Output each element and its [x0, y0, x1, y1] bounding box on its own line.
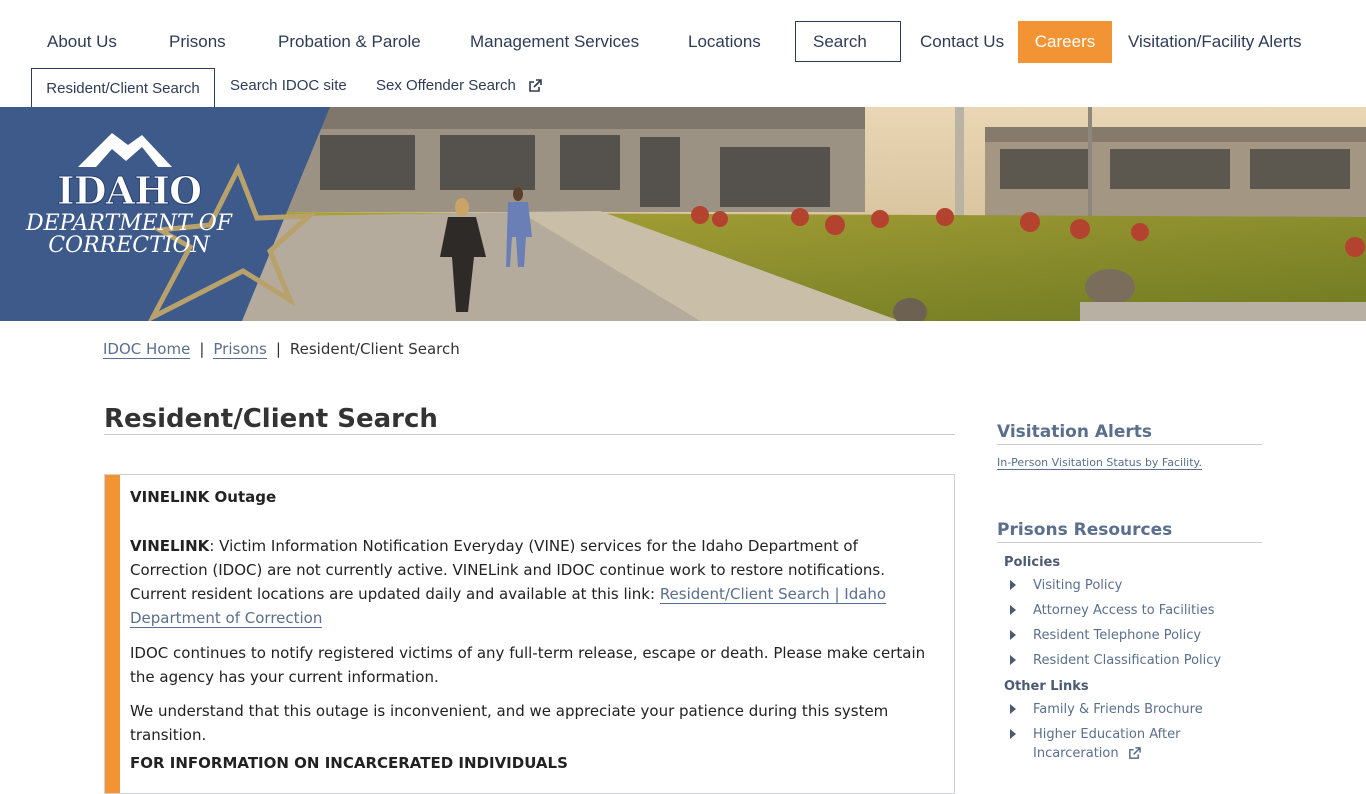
notice-paragraph-vinelink: VINELINK: Victim Information Notificatio…: [130, 534, 940, 630]
subnav-resident-search-tab[interactable]: Resident/Client Search: [31, 68, 215, 107]
breadcrumb: IDOC Home | Prisons | Resident/Client Search: [103, 340, 460, 359]
caret-right-icon: [1010, 629, 1016, 640]
sidebar-link-wrap: Higher Education After Incarceration: [1033, 725, 1193, 763]
other-links-label: Other Links: [1004, 679, 1089, 694]
policies-label: Policies: [1004, 555, 1061, 570]
notice-heading: VINELINK Outage: [130, 488, 277, 506]
caret-right-icon: [1010, 729, 1016, 739]
nav-probation-parole[interactable]: Probation & Parole: [278, 32, 421, 52]
nav-about-us[interactable]: About Us: [47, 32, 117, 52]
breadcrumb-separator: |: [199, 340, 205, 358]
visitation-status-link[interactable]: In-Person Visitation Status by Facility.: [997, 456, 1202, 470]
notice-vinelink-label: VINELINK: [130, 537, 210, 555]
external-link-icon: [529, 79, 542, 92]
page-title: Resident/Client Search: [104, 404, 438, 434]
sidebar-link-family-brochure[interactable]: Family & Friends Brochure: [1010, 700, 1203, 719]
sidebar-link-label: Attorney Access to Facilities: [1033, 603, 1215, 618]
notice-paragraph-incarcerated: FOR INFORMATION ON INCARCERATED INDIVIDU…: [130, 754, 568, 772]
sidebar-divider: [997, 542, 1262, 543]
breadcrumb-current: Resident/Client Search: [289, 340, 460, 358]
outage-notice: VINELINK Outage VINELINK: Victim Informa…: [104, 474, 955, 794]
sidebar-link-higher-education[interactable]: Higher Education After Incarceration: [1010, 725, 1193, 763]
subnav-search-idoc-site[interactable]: Search IDOC site: [230, 77, 347, 94]
nav-management-services[interactable]: Management Services: [470, 32, 639, 52]
hero-banner: IDAHO DEPARTMENT OF CORRECTION: [0, 107, 1366, 321]
title-divider: [104, 434, 955, 435]
caret-right-icon: [1010, 604, 1016, 615]
nav-search[interactable]: Search: [795, 21, 901, 62]
subnav-sex-offender-label: Sex Offender Search: [376, 77, 516, 94]
breadcrumb-separator: |: [275, 340, 281, 358]
notice-accent-bar: [105, 475, 120, 793]
sidebar-link-classification-policy[interactable]: Resident Classification Policy: [1010, 651, 1221, 670]
external-link-icon: [1128, 747, 1141, 759]
nav-careers-button[interactable]: Careers: [1018, 21, 1112, 63]
nav-contact-us[interactable]: Contact Us: [920, 32, 1004, 52]
nav-prisons[interactable]: Prisons: [169, 32, 226, 52]
caret-right-icon: [1010, 654, 1016, 665]
sidebar-divider: [997, 444, 1262, 445]
sidebar-link-attorney-access[interactable]: Attorney Access to Facilities: [1010, 601, 1215, 620]
nav-locations[interactable]: Locations: [688, 32, 761, 52]
logo-idaho: IDAHO: [56, 168, 202, 213]
sidebar-link-visiting-policy[interactable]: Visiting Policy: [1010, 576, 1122, 595]
notice-paragraph-apology: We understand that this outage is inconv…: [130, 702, 889, 744]
caret-right-icon: [1010, 703, 1016, 714]
sidebar-link-label: Higher Education After Incarceration: [1033, 727, 1181, 761]
sidebar-link-label: Resident Telephone Policy: [1033, 628, 1202, 643]
sidebar-link-label: Visiting Policy: [1033, 578, 1123, 593]
breadcrumb-idoc-home[interactable]: IDOC Home: [103, 340, 191, 359]
sidebar-link-label: Resident Classification Policy: [1033, 653, 1222, 668]
visitation-alerts-heading: Visitation Alerts: [997, 422, 1153, 442]
sidebar-link-label: Family & Friends Brochure: [1033, 702, 1203, 717]
sidebar-link-telephone-policy[interactable]: Resident Telephone Policy: [1010, 626, 1201, 645]
subnav-sex-offender-search[interactable]: Sex Offender Search: [376, 77, 542, 94]
prisons-resources-heading: Prisons Resources: [997, 520, 1173, 540]
notice-paragraph-victims: IDOC continues to notify registered vict…: [130, 644, 926, 686]
idoc-logo: IDAHO DEPARTMENT OF CORRECTION: [14, 168, 244, 258]
nav-visitation-alerts[interactable]: Visitation/Facility Alerts: [1128, 32, 1302, 52]
breadcrumb-prisons[interactable]: Prisons: [213, 340, 267, 359]
logo-department: DEPARTMENT OF: [25, 211, 233, 236]
logo-correction: CORRECTION: [48, 233, 210, 258]
caret-right-icon: [1010, 579, 1016, 590]
